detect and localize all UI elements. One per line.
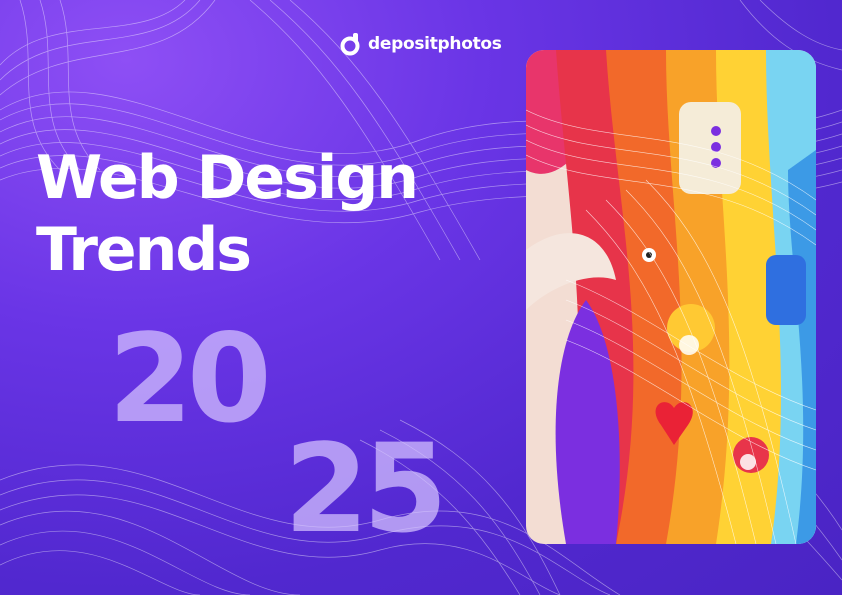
headline: Web Design Trends	[36, 142, 419, 286]
colorful-waves-illustration	[526, 50, 816, 544]
headline-line-2: Trends	[36, 215, 252, 285]
year-part-1: 20	[108, 308, 272, 450]
banner: depositphotos Web Design Trends 20 25	[0, 0, 842, 595]
depositphotos-logo-icon	[340, 33, 360, 56]
brand-logo[interactable]: depositphotos	[340, 32, 502, 56]
year-part-2: 25	[284, 418, 448, 560]
illustration-card	[526, 50, 816, 544]
headline-line-1: Web Design	[36, 143, 419, 213]
brand-name: depositphotos	[368, 34, 502, 54]
